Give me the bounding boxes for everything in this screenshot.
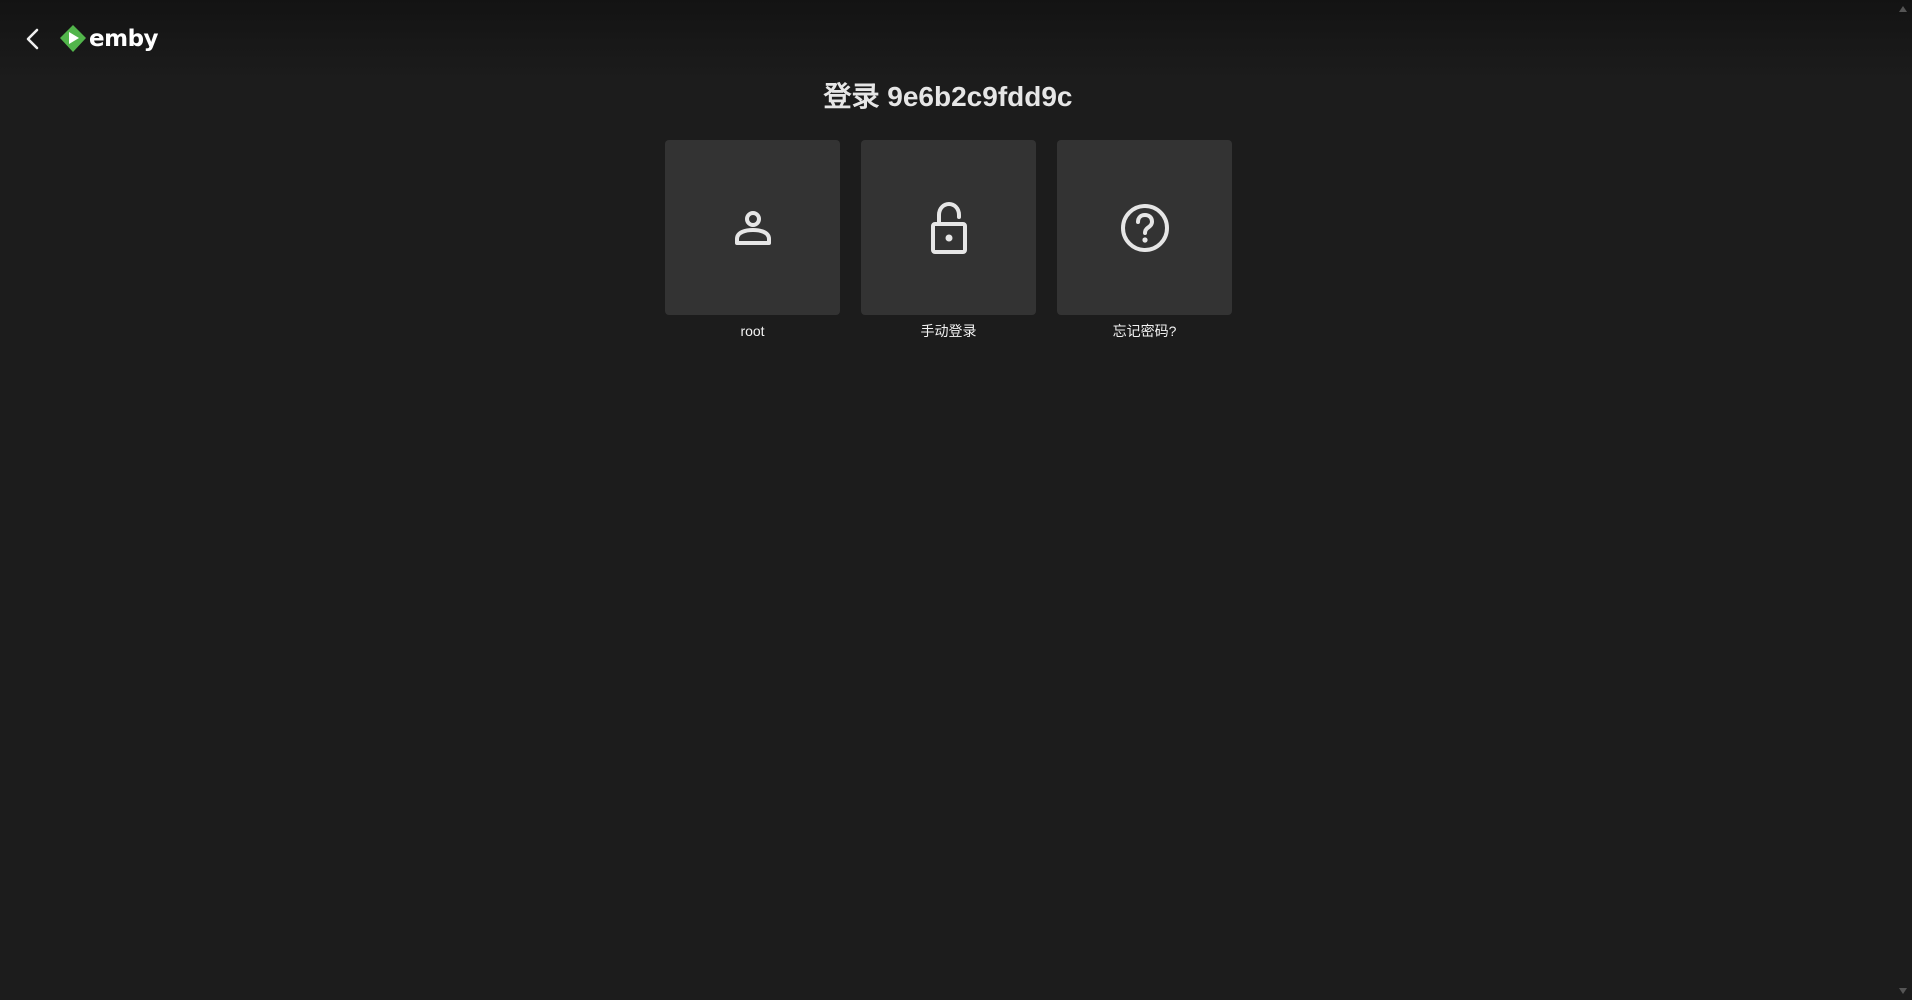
user-card-root[interactable]: root	[665, 140, 840, 340]
forgot-password-card-image[interactable]	[1057, 140, 1232, 315]
user-icon	[734, 210, 771, 245]
help-circle-icon	[1120, 203, 1169, 252]
triangle-down-icon	[1899, 988, 1907, 994]
login-options: root 手动登录 忘记密码?	[665, 140, 1232, 340]
triangle-up-icon	[1899, 6, 1907, 12]
emby-logo[interactable]: emby	[59, 24, 159, 54]
chevron-left-icon	[26, 28, 39, 50]
emby-play-diamond-icon	[60, 25, 86, 52]
scroll-down-button[interactable]	[1896, 984, 1910, 998]
forgot-password-card[interactable]: 忘记密码?	[1057, 140, 1232, 340]
lock-open-icon	[930, 201, 967, 254]
app-header: emby	[0, 0, 1890, 78]
scroll-up-button[interactable]	[1896, 2, 1910, 16]
manual-login-card[interactable]: 手动登录	[861, 140, 1036, 340]
back-button[interactable]	[18, 22, 48, 56]
logo-text: emby	[89, 26, 159, 52]
manual-login-label: 手动登录	[920, 323, 977, 339]
page-title: 登录 9e6b2c9fdd9c	[823, 81, 1073, 112]
user-card-label: root	[740, 323, 765, 339]
manual-login-card-image[interactable]	[861, 140, 1036, 315]
login-page: emby 登录 9e6b2c9fdd9c root 手动登录 忘记密码?	[0, 0, 1912, 1000]
user-card-image[interactable]	[665, 140, 840, 315]
forgot-password-label: 忘记密码?	[1112, 323, 1177, 339]
